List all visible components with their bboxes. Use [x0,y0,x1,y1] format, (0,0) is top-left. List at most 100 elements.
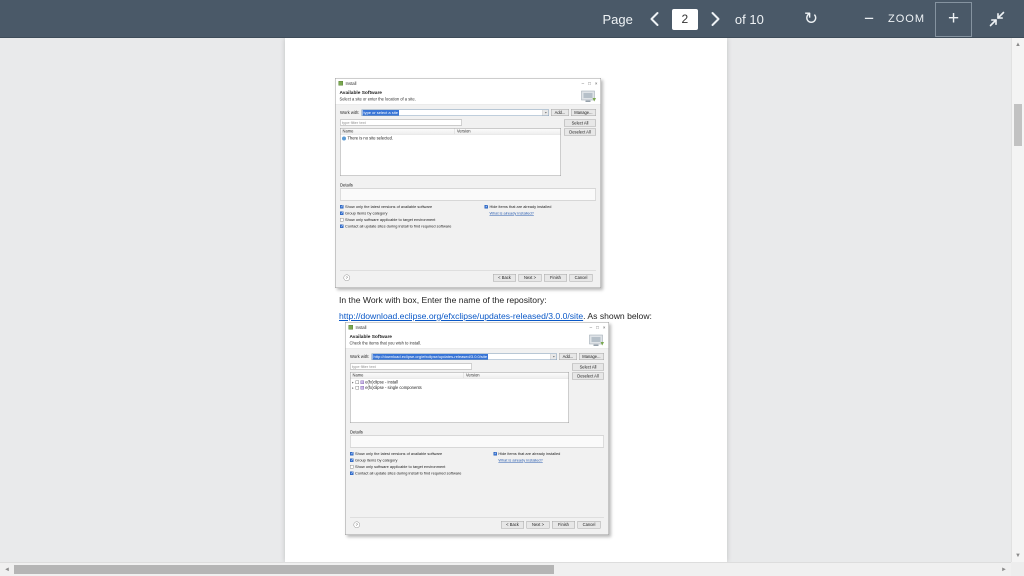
next-button: Next > [526,521,550,529]
help-button: ? [343,274,350,281]
table-row-empty: There is no site selected. [341,136,561,142]
filter-input: type filter text [340,119,462,126]
add-button: Add... [559,353,577,360]
horizontal-scroll-thumb[interactable] [14,565,554,574]
minimize-icon: – [581,80,585,86]
banner-heading: Available Software [339,90,382,96]
back-button: < Back [493,274,516,282]
combo-dropdown-icon: ▾ [542,109,549,116]
dialog-body: Work with: http://download.eclipse.org/e… [346,349,609,535]
checkbox-icon [340,211,344,216]
scroll-left-button[interactable]: ◄ [0,563,14,576]
software-table: Name Version There is no site selected. [340,128,561,176]
option-applicable-software-only: Show only software applicable to target … [350,465,488,469]
empty-row-label: There is no site selected. [347,136,394,141]
vertical-scrollbar[interactable]: ▲ ▼ [1011,38,1024,562]
previous-page-button[interactable] [649,11,660,27]
cancel-button: Cancel [577,521,601,529]
horizontal-scrollbar[interactable]: ◄ ► [0,562,1011,576]
banner-heading: Available Software [349,334,392,340]
scroll-right-button[interactable]: ► [997,563,1011,576]
link-suffix-text: . As shown below: [583,311,652,321]
filter-and-table: type filter text Name Version There is n… [340,119,596,176]
scroll-down-button[interactable]: ▼ [1012,549,1024,562]
work-with-row: Work with: type or select a site ▾ Add..… [340,109,596,116]
work-with-value: http://download.eclipse.org/efxclipse/up… [372,353,489,360]
tree-row-efxclipse-single-components: ▸ e(fx)clipse - single components [352,385,422,391]
finish-button: Finish [552,521,575,529]
eclipse-install-icon [348,325,353,330]
dialog-body: Work with: type or select a site ▾ Add..… [336,105,601,288]
select-all-button: Select All [564,119,596,127]
options-right-column: Hide items that are already installed Wh… [493,452,604,476]
maximize-icon: □ [596,324,599,330]
scroll-up-button[interactable]: ▲ [1012,38,1024,51]
checkbox-icon [340,218,344,222]
dialog-titlebar: Install – □ × [345,322,609,332]
window-controls: – □ × [582,81,598,86]
zoom-in-button[interactable]: + [935,1,972,37]
table-column: type filter text Name Version There is n… [340,119,561,176]
dialog-banner: Available Software Check the items that … [345,332,609,349]
filter-and-table: type filter text Name Version ▸ e(fx)cli… [350,363,604,423]
work-with-row: Work with: http://download.eclipse.org/e… [350,353,604,360]
combo-dropdown-icon: ▾ [550,353,557,360]
dialog-titlebar: Install – □ × [335,78,601,88]
options-right-column: Hide items that are already installed Wh… [484,205,596,229]
work-with-combo: http://download.eclipse.org/efxclipse/up… [371,353,558,360]
option-contact-all-sites: Contact all update sites during install … [350,471,488,476]
chevron-left-icon [650,12,659,26]
dialog-footer: ? < Back Next > Finish Cancel [340,270,596,285]
details-box [340,188,596,201]
scroll-left-icon: ◄ [4,566,10,573]
page-number-input[interactable] [671,8,698,30]
scrollbar-corner [1011,562,1024,576]
option-group-by-category: Group items by category [350,458,488,463]
option-group-by-category: Group items by category [340,211,479,216]
option-applicable-software-only: Show only software applicable to target … [340,218,479,222]
checkbox-icon [355,386,359,390]
fit-to-screen-button[interactable] [988,10,1006,28]
install-dialog: Install – □ × Available Software Check t… [345,322,609,535]
document-page: Install – □ × Available Software Select … [285,38,727,562]
table-column: type filter text Name Version ▸ e(fx)cli… [350,363,569,423]
chevron-right-icon [711,12,720,26]
window-controls: – □ × [590,325,606,330]
back-button: < Back [501,521,524,529]
manage-button: Manage... [570,109,596,116]
dialog-title: Install [355,324,367,330]
filter-input: type filter text [350,363,472,370]
minus-icon: − [864,9,874,28]
link-line: http://download.eclipse.org/efxclipse/up… [339,311,652,321]
vertical-scroll-thumb[interactable] [1014,104,1022,146]
install-wizard-icon [581,90,596,102]
refresh-button[interactable]: ↻ [804,9,818,29]
work-with-label: Work with: [350,354,370,359]
banner-subheading: Check the items that you wish to install… [349,341,422,346]
select-all-button: Select All [572,363,604,371]
banner-subheading: Select a site or enter the location of a… [339,97,416,102]
details-section: Details [340,183,596,201]
checkbox-icon [355,380,359,384]
options-section: Show only the latest versions of availab… [340,205,596,229]
eclipse-install-icon [338,81,343,86]
repository-hyperlink[interactable]: http://download.eclipse.org/efxclipse/up… [339,311,583,321]
maximize-icon: □ [588,80,591,86]
help-button: ? [353,521,360,528]
option-show-latest-versions: Show only the latest versions of availab… [340,205,479,209]
table-body: There is no site selected. [341,135,561,176]
checkbox-icon [350,452,354,456]
expand-icon: ▸ [352,380,354,385]
zoom-out-button[interactable]: − [864,9,874,29]
dialog-title: Install [345,80,357,86]
what-is-installed-link: What is already installed? [498,458,543,463]
pdf-viewer-app: Page of 10 ↻ − ZOOM + [0,0,1024,576]
work-with-combo: type or select a site ▾ [361,109,550,116]
details-label: Details [340,182,353,188]
minimize-icon: – [589,324,593,330]
next-button: Next > [518,274,542,282]
manage-button: Manage... [578,353,604,360]
next-page-button[interactable] [710,11,721,27]
embedded-screenshot-install-dialog-filled: Install – □ × Available Software Check t… [345,322,609,535]
page-count-label: of 10 [734,11,764,27]
